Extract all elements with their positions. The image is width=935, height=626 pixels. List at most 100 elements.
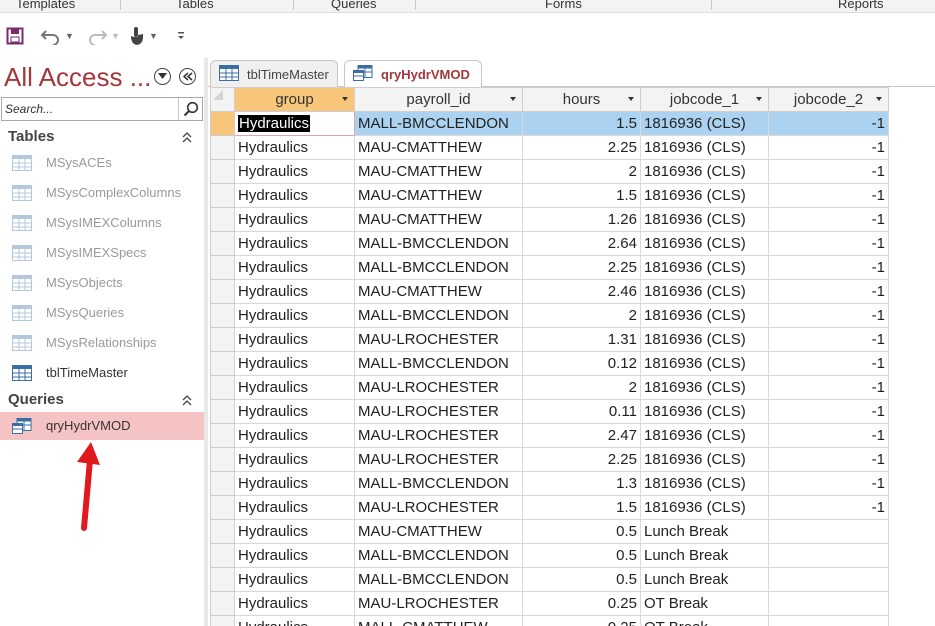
record-selector[interactable]: [210, 375, 235, 400]
table-cell-hours[interactable]: 1.26: [522, 207, 641, 232]
record-selector[interactable]: [210, 423, 235, 448]
table-cell-payroll-id[interactable]: MAU-CMATTHEW: [354, 159, 523, 184]
table-cell-payroll-id[interactable]: MAU-LROCHESTER: [354, 447, 523, 472]
record-selector[interactable]: [210, 399, 235, 424]
table-row[interactable]: Hydraulics MAU-CMATTHEW 1.26 1816936 (CLS) -…: [210, 207, 889, 232]
column-filter-arrow-icon[interactable]: [628, 97, 634, 101]
tab-qryhydrvmod[interactable]: qryHydrVMOD: [344, 60, 482, 88]
table-cell-jobcode-1[interactable]: 1816936 (CLS): [640, 471, 769, 496]
table-cell-group[interactable]: Hydraulics: [234, 111, 355, 136]
table-cell-jobcode-2[interactable]: -1: [768, 183, 889, 208]
table-cell-payroll-id[interactable]: MALL-BMCCLENDON: [354, 303, 523, 328]
datasheet-grid[interactable]: group payroll_id hours jobcode_1 jobcode…: [210, 87, 935, 626]
column-header-hours[interactable]: hours: [522, 87, 641, 112]
table-row[interactable]: Hydraulics MALL-BMCCLENDON 1.5 1816936 (CLS…: [210, 111, 889, 136]
table-cell-group[interactable]: Hydraulics: [234, 183, 355, 208]
select-all-corner[interactable]: [210, 87, 235, 112]
table-cell-jobcode-2[interactable]: -1: [768, 471, 889, 496]
table-cell-jobcode-2[interactable]: -1: [768, 447, 889, 472]
shutter-bar-collapse-icon[interactable]: [179, 68, 196, 85]
table-cell-payroll-id[interactable]: MALL-BMCCLENDON: [354, 231, 523, 256]
record-selector[interactable]: [210, 255, 235, 280]
table-cell-jobcode-1[interactable]: 1816936 (CLS): [640, 447, 769, 472]
table-cell-hours[interactable]: 1.5: [522, 111, 641, 136]
table-row[interactable]: Hydraulics MALL-BMCCLENDON 1.3 1816936 (CLS…: [210, 471, 889, 496]
table-cell-jobcode-1[interactable]: 1816936 (CLS): [640, 255, 769, 280]
record-selector[interactable]: [210, 279, 235, 304]
touch-dropdown-icon[interactable]: ▼: [149, 31, 158, 41]
table-cell-group[interactable]: Hydraulics: [234, 495, 355, 520]
table-row[interactable]: Hydraulics MALL-BMCCLENDON 2.25 1816936 (CL…: [210, 255, 889, 280]
table-cell-jobcode-1[interactable]: 1816936 (CLS): [640, 111, 769, 136]
table-cell-hours[interactable]: 0.5: [522, 543, 641, 568]
column-header-jobcode-2[interactable]: jobcode_2: [768, 87, 889, 112]
queries-section-header[interactable]: Queries: [0, 388, 204, 412]
table-cell-jobcode-1[interactable]: 1816936 (CLS): [640, 351, 769, 376]
table-cell-jobcode-2[interactable]: -1: [768, 423, 889, 448]
table-cell-jobcode-2[interactable]: -1: [768, 327, 889, 352]
table-cell-payroll-id[interactable]: MAU-LROCHESTER: [354, 423, 523, 448]
table-cell-group[interactable]: Hydraulics: [234, 591, 355, 616]
table-cell-payroll-id[interactable]: MAU-CMATTHEW: [354, 279, 523, 304]
record-selector[interactable]: [210, 615, 235, 626]
table-cell-payroll-id[interactable]: MAU-CMATTHEW: [354, 207, 523, 232]
record-selector[interactable]: [210, 183, 235, 208]
record-selector[interactable]: [210, 111, 235, 136]
tables-section-header[interactable]: Tables: [0, 125, 204, 149]
nav-search-input[interactable]: [5, 100, 177, 118]
record-selector[interactable]: [210, 447, 235, 472]
table-cell-hours[interactable]: 2.64: [522, 231, 641, 256]
column-filter-arrow-icon[interactable]: [756, 97, 762, 101]
nav-item-qryhydrvmod[interactable]: qryHydrVMOD: [0, 412, 204, 440]
table-row[interactable]: Hydraulics MAU-LROCHESTER 1.31 1816936 (CLS…: [210, 327, 889, 352]
table-cell-jobcode-1[interactable]: 1816936 (CLS): [640, 303, 769, 328]
record-selector[interactable]: [210, 351, 235, 376]
table-cell-jobcode-1[interactable]: OT Break: [640, 615, 769, 626]
table-cell-hours[interactable]: 2: [522, 159, 641, 184]
table-cell-jobcode-1[interactable]: Lunch Break: [640, 567, 769, 592]
table-cell-payroll-id[interactable]: MAU-LROCHESTER: [354, 399, 523, 424]
table-row[interactable]: Hydraulics MAU-LROCHESTER 1.5 1816936 (CLS)…: [210, 495, 889, 520]
table-cell-jobcode-2[interactable]: [768, 567, 889, 592]
column-filter-arrow-icon[interactable]: [876, 97, 882, 101]
customize-qat-icon[interactable]: [176, 24, 186, 48]
record-selector[interactable]: [210, 471, 235, 496]
table-cell-hours[interactable]: 0.5: [522, 519, 641, 544]
table-cell-group[interactable]: Hydraulics: [234, 471, 355, 496]
table-cell-jobcode-2[interactable]: -1: [768, 231, 889, 256]
search-icon[interactable]: [178, 98, 202, 120]
table-cell-jobcode-2[interactable]: -1: [768, 351, 889, 376]
table-cell-payroll-id[interactable]: MALL-BMCCLENDON: [354, 255, 523, 280]
table-row[interactable]: Hydraulics MAU-CMATTHEW 1.5 1816936 (CLS) -1: [210, 183, 889, 208]
collapse-chevron-icon[interactable]: [182, 393, 192, 411]
collapse-chevron-icon[interactable]: [182, 130, 192, 148]
table-row[interactable]: Hydraulics MAU-LROCHESTER 2.47 1816936 (CLS…: [210, 423, 889, 448]
record-selector[interactable]: [210, 519, 235, 544]
table-row[interactable]: Hydraulics MAU-CMATTHEW 2.25 1816936 (CLS) -…: [210, 135, 889, 160]
table-cell-hours[interactable]: 2.46: [522, 279, 641, 304]
nav-item-table[interactable]: MSysIMEXSpecs: [0, 239, 204, 267]
table-cell-hours[interactable]: 0.12: [522, 351, 641, 376]
table-cell-payroll-id[interactable]: MAU-LROCHESTER: [354, 375, 523, 400]
table-cell-jobcode-1[interactable]: 1816936 (CLS): [640, 423, 769, 448]
table-cell-jobcode-1[interactable]: 1816936 (CLS): [640, 327, 769, 352]
table-cell-jobcode-1[interactable]: 1816936 (CLS): [640, 183, 769, 208]
table-cell-group[interactable]: Hydraulics: [234, 519, 355, 544]
nav-item-table[interactable]: MSysRelationships: [0, 329, 204, 357]
record-selector[interactable]: [210, 567, 235, 592]
table-cell-hours[interactable]: 0.5: [522, 567, 641, 592]
table-cell-payroll-id[interactable]: MAU-CMATTHEW: [354, 135, 523, 160]
table-cell-group[interactable]: Hydraulics: [234, 375, 355, 400]
table-cell-jobcode-2[interactable]: -1: [768, 111, 889, 136]
column-header-group[interactable]: group: [234, 87, 355, 112]
table-row[interactable]: Hydraulics MALL-BMCCLENDON 0.5 Lunch Break: [210, 543, 889, 568]
table-cell-group[interactable]: Hydraulics: [234, 543, 355, 568]
undo-icon[interactable]: ▼: [40, 24, 74, 48]
table-cell-jobcode-1[interactable]: Lunch Break: [640, 519, 769, 544]
record-selector[interactable]: [210, 591, 235, 616]
table-cell-payroll-id[interactable]: MAU-CMATTHEW: [354, 519, 523, 544]
nav-item-table[interactable]: MSysIMEXColumns: [0, 209, 204, 237]
table-row[interactable]: Hydraulics MAU-LROCHESTER 2.25 1816936 (CLS…: [210, 447, 889, 472]
table-row[interactable]: Hydraulics MALL-BMCCLENDON 0.12 1816936 (CL…: [210, 351, 889, 376]
table-cell-payroll-id[interactable]: MAU-LROCHESTER: [354, 327, 523, 352]
